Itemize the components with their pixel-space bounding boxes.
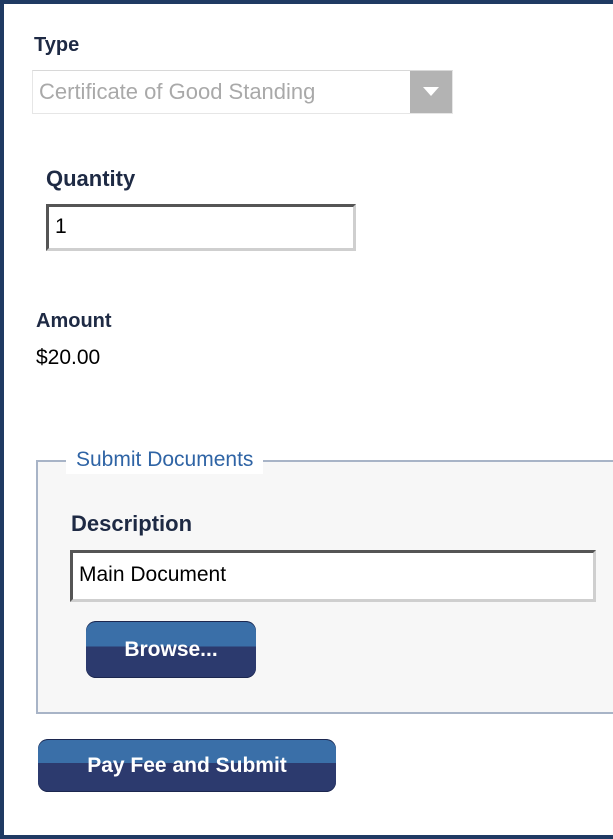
type-select-dropdown-button[interactable] [410, 71, 452, 113]
quantity-label: Quantity [46, 166, 136, 191]
chevron-down-icon [423, 87, 439, 96]
type-select[interactable]: Certificate of Good Standing [32, 70, 453, 114]
amount-label: Amount [36, 310, 112, 332]
browse-button[interactable]: Browse... [86, 621, 256, 678]
amount-value: $20.00 [36, 346, 101, 369]
description-input[interactable]: Main Document [70, 550, 596, 602]
description-label: Description [71, 511, 193, 536]
type-label: Type [34, 34, 80, 56]
quantity-input[interactable]: 1 [46, 204, 356, 251]
submit-documents-legend: Submit Documents [66, 446, 264, 474]
pay-fee-and-submit-button[interactable]: Pay Fee and Submit [38, 739, 336, 792]
type-select-value: Certificate of Good Standing [39, 79, 316, 104]
